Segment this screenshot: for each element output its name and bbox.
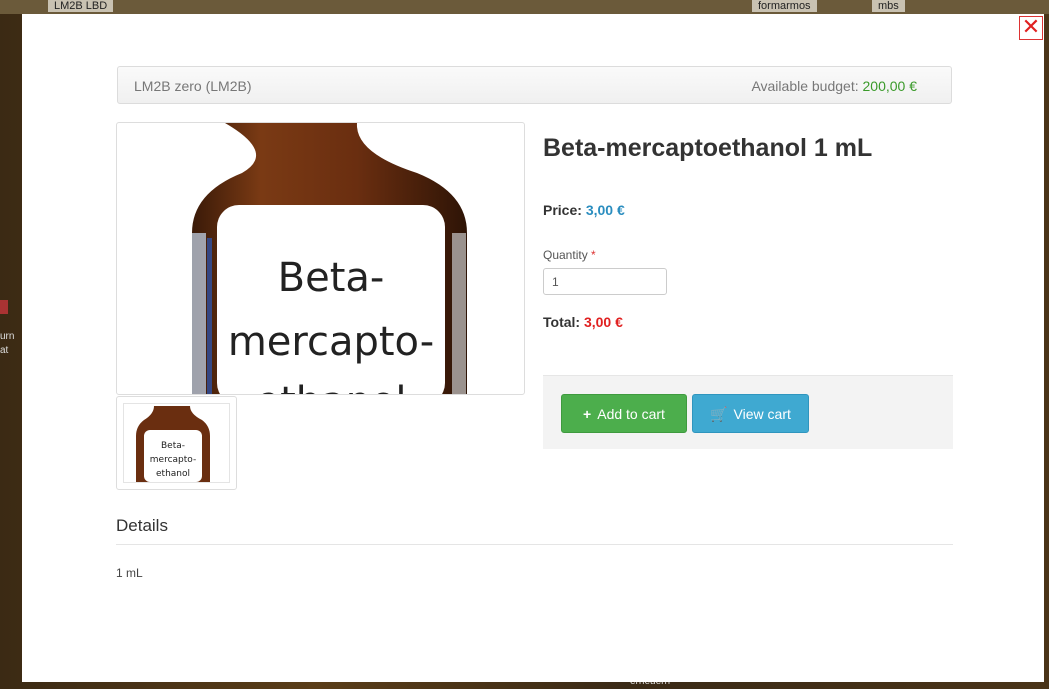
cart-actions: + Add to cart 🛒 View cart bbox=[543, 375, 953, 449]
bottle-thumbnail-image: Beta- mercapto- ethanol bbox=[136, 406, 210, 482]
bottle-label-line: mercapto- bbox=[228, 319, 434, 365]
quantity-input[interactable] bbox=[543, 268, 667, 295]
thumb-label-line: mercapto- bbox=[150, 455, 196, 465]
details-text: 1 mL bbox=[116, 566, 143, 580]
thumbnail-frame: Beta- mercapto- ethanol bbox=[123, 403, 230, 483]
close-button[interactable]: ✕ bbox=[1019, 16, 1043, 40]
price-row: Price: 3,00 € bbox=[543, 202, 625, 218]
total-label: Total: bbox=[543, 314, 581, 330]
quantity-label-text: Quantity bbox=[543, 248, 588, 262]
background-text: urn at bbox=[0, 331, 15, 356]
budget-value: 200,00 € bbox=[862, 78, 918, 94]
background-accent bbox=[0, 300, 8, 314]
budget-label: Available budget: bbox=[751, 78, 859, 94]
thumb-label-line: ethanol bbox=[156, 469, 190, 479]
bottle-label-line: ethanol bbox=[255, 379, 406, 395]
thumb-label-line: Beta- bbox=[161, 441, 185, 451]
view-cart-label: View cart bbox=[733, 406, 791, 422]
plus-icon: + bbox=[583, 406, 592, 422]
close-icon: ✕ bbox=[1021, 14, 1041, 39]
cart-icon: 🛒 bbox=[710, 406, 728, 422]
price-value: 3,00 € bbox=[585, 202, 625, 218]
total-value: 3,00 € bbox=[583, 314, 623, 330]
background-top-strip: LM2B LBD formarmos mbs bbox=[0, 0, 1049, 14]
required-marker: * bbox=[591, 248, 596, 262]
background-label: mbs bbox=[872, 0, 905, 12]
budget-bar: LM2B zero (LM2B) Available budget: 200,0… bbox=[117, 66, 952, 104]
price-label: Price: bbox=[543, 202, 582, 218]
add-to-cart-label: Add to cart bbox=[597, 406, 665, 422]
account-name: LM2B zero (LM2B) bbox=[134, 78, 252, 94]
product-title: Beta-mercaptoethanol 1 mL bbox=[543, 134, 873, 162]
budget-info: Available budget: 200,00 € bbox=[751, 78, 917, 94]
product-thumbnail[interactable]: Beta- mercapto- ethanol bbox=[116, 396, 237, 490]
quantity-label: Quantity * bbox=[543, 248, 596, 262]
bottle-label-line: Beta- bbox=[278, 255, 385, 301]
background-label: LM2B LBD bbox=[48, 0, 114, 12]
details-heading: Details bbox=[116, 516, 168, 535]
divider bbox=[116, 544, 953, 545]
product-main-image[interactable]: Beta- mercapto- ethanol bbox=[116, 122, 525, 395]
bottle-image: Beta- mercapto- ethanol bbox=[192, 123, 467, 395]
total-row: Total: 3,00 € bbox=[543, 314, 623, 330]
background-label: formarmos bbox=[752, 0, 817, 12]
view-cart-button[interactable]: 🛒 View cart bbox=[692, 394, 809, 433]
add-to-cart-button[interactable]: + Add to cart bbox=[561, 394, 687, 433]
